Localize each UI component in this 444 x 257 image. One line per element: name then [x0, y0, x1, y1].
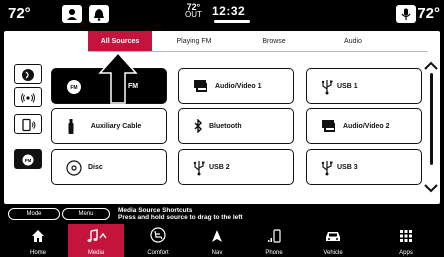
source-usb-3-button[interactable]: USB 3	[306, 149, 422, 185]
bluetooth-icon	[194, 119, 202, 133]
shortcut-streaming-button[interactable]	[14, 114, 42, 134]
nav-comfort[interactable]: Comfort	[130, 224, 186, 257]
audio-video-icon	[322, 120, 335, 132]
source-usb-2-label: USB 2	[209, 163, 230, 171]
aux-cable-icon	[68, 119, 74, 134]
driver-temperature[interactable]: 72°	[8, 5, 31, 22]
car-icon	[326, 232, 340, 241]
shortcuts-bar: Mode Menu Media Source Shortcuts Press a…	[0, 205, 444, 223]
source-usb-1-button[interactable]: USB 1	[306, 68, 422, 104]
tab-playing-fm[interactable]: Playing FM	[154, 31, 234, 51]
source-aux-button[interactable]: Auxiliary Cable	[51, 108, 167, 144]
phone-audio-icon	[22, 118, 36, 132]
source-audio-video-2-button[interactable]: Audio/Video 2	[306, 108, 422, 144]
source-bluetooth-button[interactable]: Bluetooth	[178, 108, 294, 144]
fm-icon: FM	[22, 154, 34, 166]
nav-phone-label: Phone	[265, 250, 283, 256]
nav-apps-label: Apps	[399, 250, 413, 256]
microphone-icon	[401, 8, 411, 20]
status-bar: 72° 72° OUT 12:32 72°	[0, 0, 444, 30]
mode-button[interactable]: Mode	[8, 208, 60, 220]
nav-comfort-label: Comfort	[147, 250, 169, 256]
voice-command-button[interactable]	[396, 5, 416, 23]
nav-phone[interactable]: Phone	[246, 224, 302, 257]
apps-grid-icon	[400, 230, 412, 242]
bell-icon	[94, 9, 104, 21]
outside-temp-label: OUT	[185, 10, 202, 19]
usb-icon	[321, 161, 333, 176]
tab-audio[interactable]: Audio	[314, 31, 392, 51]
outside-temperature: 72° OUT	[185, 3, 202, 19]
disc-icon	[66, 160, 82, 176]
fm-icon: FM	[67, 80, 81, 94]
home-icon	[32, 230, 44, 242]
menu-button[interactable]: Menu	[62, 208, 110, 220]
bottom-nav: Home Media Comfort Nav Phone Vehicle App…	[0, 224, 444, 257]
notification-button[interactable]	[89, 5, 109, 23]
nav-navigation[interactable]: Nav	[189, 224, 245, 257]
nav-home-label: Home	[29, 250, 46, 256]
shortcut-radio-button[interactable]	[14, 87, 42, 107]
drag-arrow-icon	[98, 51, 138, 104]
shortcuts-hint: Press and hold source to drag to the lef…	[118, 214, 243, 221]
nav-vehicle-label: Vehicle	[323, 250, 343, 256]
source-bluetooth-label: Bluetooth	[209, 122, 242, 130]
comfort-seat-icon	[150, 227, 166, 243]
nav-media-label: Media	[87, 250, 105, 256]
source-audio-video-1-button[interactable]: Audio/Video 1	[178, 68, 294, 104]
usb-icon	[193, 161, 205, 176]
clock-underline	[214, 20, 250, 23]
nav-vehicle[interactable]: Vehicle	[305, 224, 361, 257]
satellite-radio-icon	[22, 69, 34, 81]
clock[interactable]: 12:32	[212, 4, 245, 18]
tab-all-sources[interactable]: All Sources	[88, 31, 152, 51]
nav-media[interactable]: Media	[68, 224, 124, 257]
scroll-up-icon[interactable]	[424, 61, 438, 70]
media-panel: All Sources Playing FM Browse Audio FM F…	[4, 31, 440, 204]
scrollbar[interactable]	[430, 73, 433, 165]
music-note-icon	[87, 229, 107, 242]
source-usb-1-label: USB 1	[337, 82, 358, 90]
source-audio-video-1-label: Audio/Video 1	[215, 82, 262, 90]
svg-text:FM: FM	[25, 158, 32, 163]
phone-icon	[268, 229, 281, 243]
tab-divider	[88, 51, 428, 52]
source-audio-video-2-label: Audio/Video 2	[343, 122, 390, 130]
user-icon	[67, 9, 77, 20]
nav-navigation-label: Nav	[211, 250, 223, 256]
nav-apps[interactable]: Apps	[378, 224, 434, 257]
radio-waves-icon	[21, 93, 35, 103]
source-aux-label: Auxiliary Cable	[90, 122, 142, 130]
source-disc-button[interactable]: Disc	[51, 149, 167, 185]
tab-browse[interactable]: Browse	[236, 31, 312, 51]
shortcuts-title: Media Source Shortcuts	[118, 207, 193, 214]
nav-home[interactable]: Home	[10, 224, 66, 257]
user-profile-button[interactable]	[62, 5, 82, 23]
scroll-down-icon[interactable]	[424, 184, 438, 193]
source-usb-3-label: USB 3	[337, 163, 358, 171]
svg-text:FM: FM	[70, 85, 77, 91]
source-usb-2-button[interactable]: USB 2	[178, 149, 294, 185]
shortcut-siriusxm-button[interactable]	[14, 64, 42, 84]
source-disc-label: Disc	[88, 163, 103, 171]
usb-icon	[321, 80, 333, 95]
audio-video-icon	[194, 80, 207, 92]
passenger-temperature[interactable]: 72°	[417, 5, 440, 22]
navigation-arrow-icon	[212, 230, 222, 242]
shortcuts-info: Media Source Shortcuts Press and hold so…	[118, 207, 243, 221]
shortcut-fm-button[interactable]: FM	[14, 149, 42, 169]
